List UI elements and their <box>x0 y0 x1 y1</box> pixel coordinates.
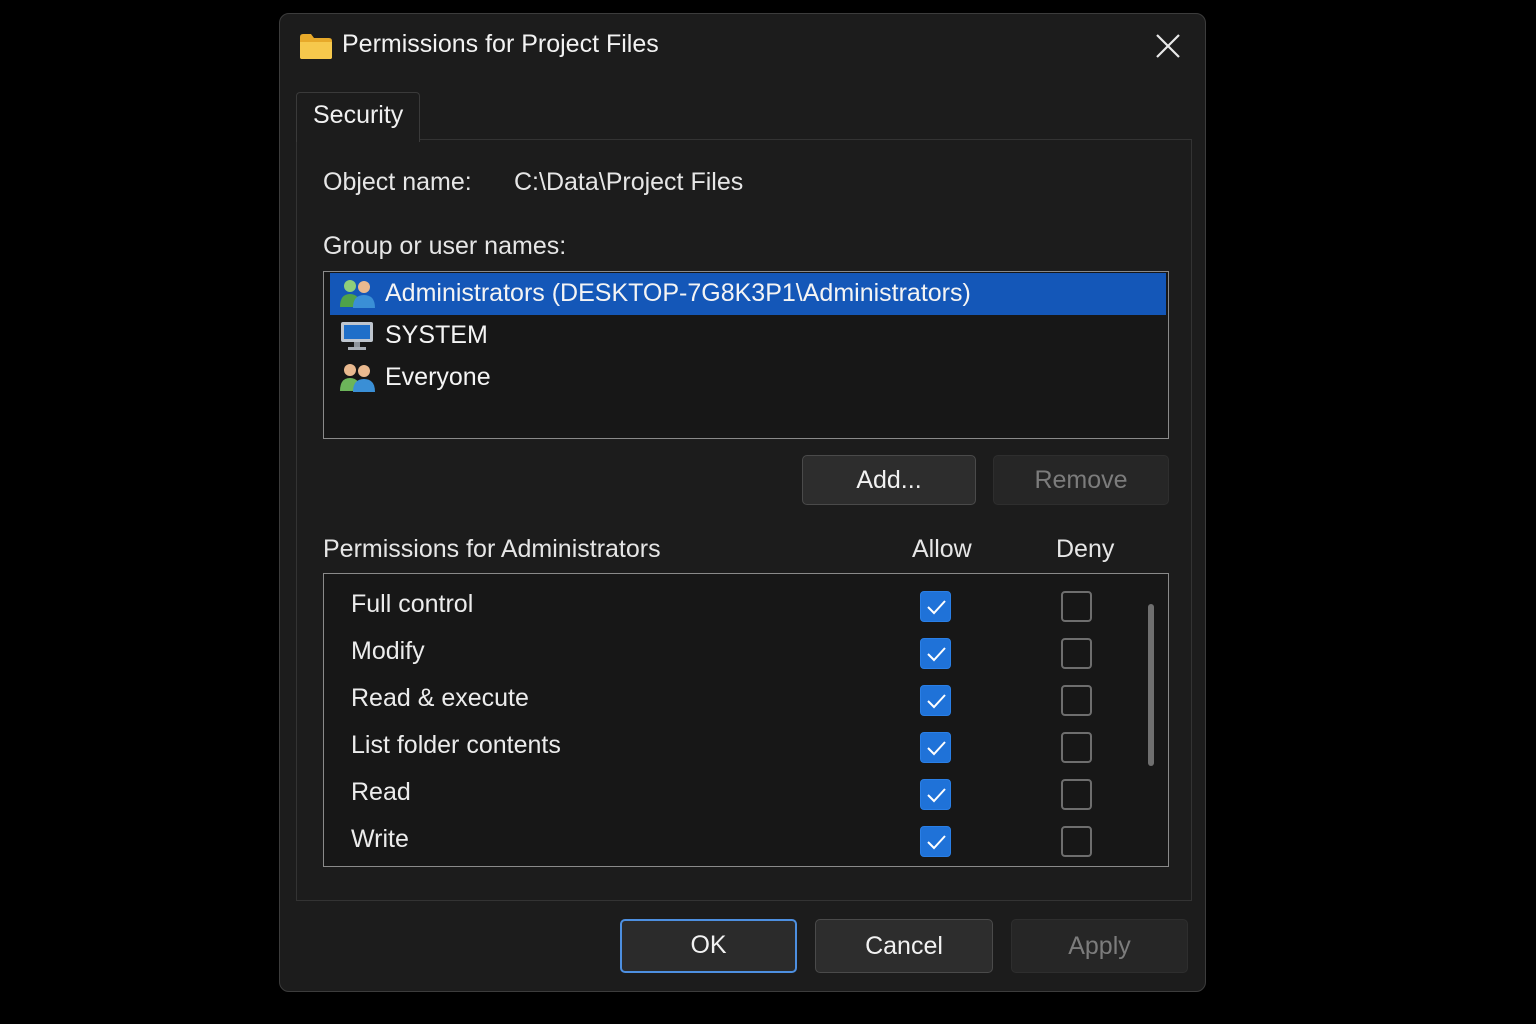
deny-checkbox[interactable] <box>1061 732 1092 763</box>
permission-row-read-execute: Read & execute <box>324 674 1144 720</box>
checkmark-icon <box>927 741 946 756</box>
deny-checkbox[interactable] <box>1061 685 1092 716</box>
list-item-system[interactable]: SYSTEM <box>330 315 1166 357</box>
permission-row-full-control: Full control <box>324 580 1144 626</box>
close-icon <box>1156 34 1180 58</box>
permissions-label: Permissions for Administrators <box>323 535 661 563</box>
permission-name: Write <box>351 825 409 853</box>
close-button[interactable] <box>1150 28 1186 64</box>
user-list[interactable]: Administrators (DESKTOP-7G8K3P1\Administ… <box>323 271 1169 439</box>
permission-row-modify: Modify <box>324 627 1144 673</box>
list-item-label: SYSTEM <box>385 321 488 349</box>
checkmark-icon <box>927 835 946 850</box>
allow-checkbox[interactable] <box>920 732 951 763</box>
tab-security-label: Security <box>313 101 404 129</box>
allow-checkbox[interactable] <box>920 638 951 669</box>
deny-header: Deny <box>1056 535 1115 563</box>
permission-name: Full control <box>351 590 474 618</box>
users-icon <box>340 280 375 308</box>
title-bar: Permissions for Project Files <box>280 14 1205 80</box>
ok-button[interactable]: OK <box>620 919 797 973</box>
add-button[interactable]: Add... <box>802 455 976 505</box>
checkmark-icon <box>927 600 946 615</box>
permission-row-write: Write <box>324 815 1144 861</box>
permission-name: Modify <box>351 637 425 665</box>
deny-checkbox[interactable] <box>1061 591 1092 622</box>
remove-button[interactable]: Remove <box>993 455 1169 505</box>
permissions-list: Full control Modify Read & execute List … <box>323 573 1169 867</box>
dialog-title: Permissions for Project Files <box>342 30 659 58</box>
permissions-scrollbar[interactable] <box>1148 604 1154 766</box>
apply-button[interactable]: Apply <box>1011 919 1188 973</box>
deny-checkbox[interactable] <box>1061 638 1092 669</box>
permission-row-read: Read <box>324 768 1144 814</box>
list-item-administrators[interactable]: Administrators (DESKTOP-7G8K3P1\Administ… <box>330 273 1166 315</box>
folder-icon <box>300 34 332 59</box>
cancel-button[interactable]: Cancel <box>815 919 993 973</box>
deny-checkbox[interactable] <box>1061 779 1092 810</box>
list-item-label: Everyone <box>385 363 491 391</box>
checkmark-icon <box>927 788 946 803</box>
deny-checkbox[interactable] <box>1061 826 1092 857</box>
permission-name: Read & execute <box>351 684 529 712</box>
allow-checkbox[interactable] <box>920 779 951 810</box>
allow-checkbox[interactable] <box>920 685 951 716</box>
security-panel: Object name: C:\Data\Project Files Group… <box>296 139 1192 901</box>
users-icon <box>340 364 375 392</box>
permissions-dialog: Permissions for Project Files Security O… <box>279 13 1206 992</box>
permission-name: Read <box>351 778 411 806</box>
permission-row-list-folder-contents: List folder contents <box>324 721 1144 767</box>
object-name-label: Object name: <box>323 168 472 196</box>
checkmark-icon <box>927 647 946 662</box>
tab-security[interactable]: Security <box>296 92 420 142</box>
group-names-label: Group or user names: <box>323 232 567 260</box>
list-item-everyone[interactable]: Everyone <box>330 357 1166 399</box>
object-name-value: C:\Data\Project Files <box>514 168 744 196</box>
allow-checkbox[interactable] <box>920 826 951 857</box>
permission-name: List folder contents <box>351 731 561 759</box>
allow-header: Allow <box>912 535 972 563</box>
allow-checkbox[interactable] <box>920 591 951 622</box>
checkmark-icon <box>927 694 946 709</box>
list-item-label: Administrators (DESKTOP-7G8K3P1\Administ… <box>385 279 971 307</box>
computer-icon <box>341 322 373 350</box>
